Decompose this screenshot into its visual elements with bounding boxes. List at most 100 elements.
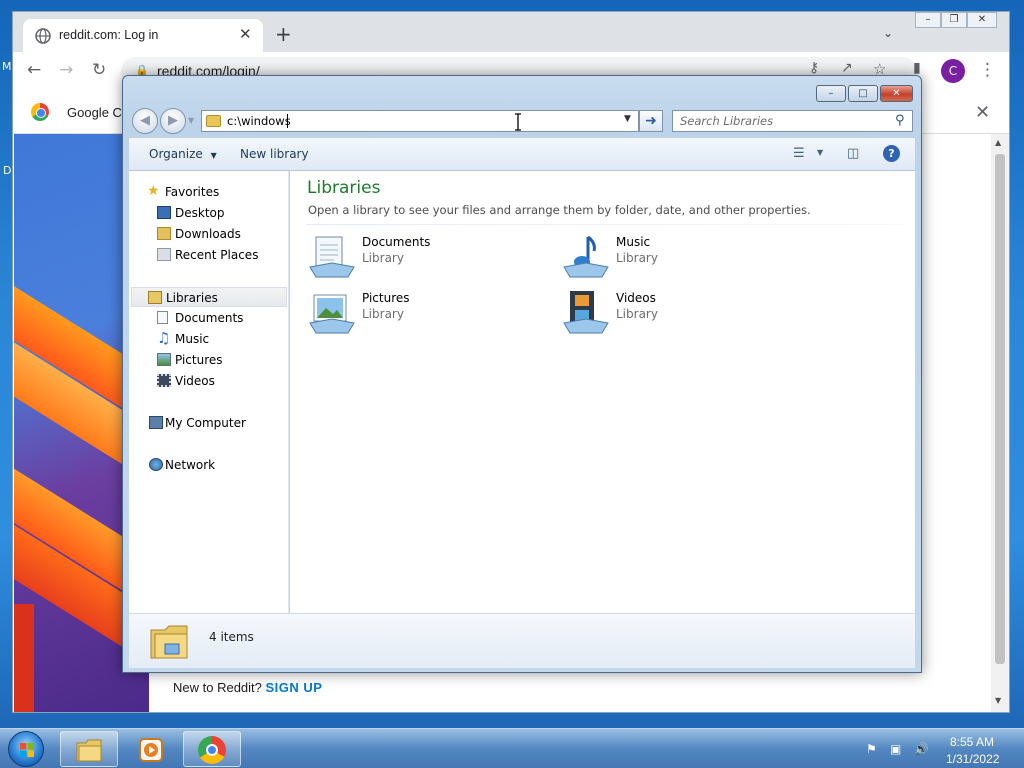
downloads-folder-icon <box>157 227 171 240</box>
new-library-button[interactable]: New library <box>240 147 309 161</box>
start-button[interactable] <box>8 731 44 767</box>
nav-documents[interactable]: Documents <box>129 308 287 328</box>
explorer-minimize-button[interactable]: – <box>816 85 846 102</box>
library-type: Library <box>362 307 404 321</box>
scroll-down-arrow-icon[interactable]: ▼ <box>995 696 1001 705</box>
nav-libraries[interactable]: Libraries <box>131 287 287 307</box>
address-dropdown-icon[interactable]: ▼ <box>624 114 631 124</box>
forward-arrow-icon[interactable]: → <box>59 60 73 80</box>
explorer-maximize-button[interactable]: □ <box>848 85 878 102</box>
taskbar-media-player-button[interactable] <box>121 731 179 767</box>
infobar-close-icon[interactable]: ✕ <box>975 102 990 123</box>
library-item-videos[interactable]: Videos Library <box>562 289 782 339</box>
chrome-logo-icon <box>31 103 49 121</box>
nav-my-computer[interactable]: My Computer <box>129 413 287 433</box>
back-button[interactable]: ◀ <box>132 108 158 134</box>
address-input[interactable]: c:\windows <box>227 114 291 128</box>
chrome-close-button[interactable]: ✕ <box>967 12 997 28</box>
clock-time[interactable]: 8:55 AM <box>950 735 994 749</box>
nav-network[interactable]: Network <box>129 455 287 475</box>
tab-search-chevron-icon[interactable]: ⌄ <box>883 26 893 40</box>
recent-pages-chevron-icon[interactable]: ▼ <box>188 116 194 125</box>
library-name: Videos <box>616 291 656 305</box>
menu-dots-icon[interactable]: ⋮ <box>979 60 996 80</box>
signup-prompt: New to Reddit? SIGN UP <box>173 680 322 695</box>
nav-libraries-label: Libraries <box>166 291 218 305</box>
libraries-folder-icon <box>150 625 188 659</box>
library-name: Documents <box>362 235 431 249</box>
page-title: Libraries <box>307 178 381 198</box>
taskbar-chrome-button[interactable] <box>183 731 241 767</box>
library-name: Pictures <box>362 291 410 305</box>
text-caret <box>287 114 288 128</box>
help-icon[interactable]: ? <box>883 145 900 162</box>
nav-downloads[interactable]: Downloads <box>129 224 287 244</box>
profile-avatar[interactable]: C <box>941 59 965 83</box>
desktop-edge-text-1: M <box>2 60 12 73</box>
taskbar-explorer-button[interactable] <box>60 731 118 767</box>
network-tray-icon[interactable]: ▣ <box>890 742 901 756</box>
organize-button[interactable]: Organize ▼ <box>149 147 217 161</box>
nav-recent-places[interactable]: Recent Places <box>129 245 287 265</box>
music-library-icon <box>563 235 609 278</box>
forward-button[interactable]: ▶ <box>160 108 186 134</box>
library-item-documents[interactable]: Documents Library <box>308 233 528 283</box>
music-note-icon: ♫ <box>157 329 171 347</box>
library-item-pictures[interactable]: Pictures Library <box>308 289 528 339</box>
preview-pane-icon[interactable]: ◫ <box>847 146 859 161</box>
folder-icon <box>206 115 221 127</box>
chrome-restore-button[interactable]: ❐ <box>941 12 967 28</box>
divider <box>306 224 904 225</box>
back-arrow-icon[interactable]: ← <box>27 60 41 80</box>
nav-pictures[interactable]: Pictures <box>129 350 287 370</box>
browser-tab[interactable]: reddit.com: Log in ✕ <box>23 19 263 52</box>
chrome-icon <box>198 736 226 764</box>
details-pane: 4 items <box>129 613 915 668</box>
volume-icon[interactable]: 🔊 <box>914 742 929 756</box>
network-icon <box>149 458 163 471</box>
action-center-flag-icon[interactable]: ⚑ <box>866 742 877 756</box>
desktop-icon <box>157 206 171 219</box>
chrome-minimize-button[interactable]: – <box>915 12 941 28</box>
page-scrollbar[interactable]: ▲ ▼ <box>991 134 1009 712</box>
tab-close-icon[interactable]: ✕ <box>239 25 252 43</box>
nav-downloads-label: Downloads <box>175 227 241 241</box>
address-bar[interactable]: c:\windows ▼ <box>201 110 639 132</box>
clock-date[interactable]: 1/31/2022 <box>946 752 999 766</box>
tab-title: reddit.com: Log in <box>59 28 159 42</box>
page-subtitle: Open a library to see your files and arr… <box>308 203 811 217</box>
sidepanel-icon[interactable]: ▮ <box>913 60 921 76</box>
search-icon[interactable]: ⚲ <box>895 113 905 128</box>
nav-favorites-label: Favorites <box>165 185 220 199</box>
key-icon[interactable]: ⚷ <box>809 60 819 76</box>
nav-music[interactable]: ♫ Music <box>129 329 287 349</box>
library-type: Library <box>616 251 658 265</box>
ibeam-cursor-icon <box>515 113 521 131</box>
nav-my-computer-label: My Computer <box>165 416 246 430</box>
scrollbar-thumb[interactable] <box>995 154 1005 664</box>
nav-videos[interactable]: Videos <box>129 371 287 391</box>
signup-link[interactable]: SIGN UP <box>266 680 323 695</box>
view-options-chevron-icon[interactable]: ▼ <box>817 148 823 157</box>
infobar-text: Google Cl <box>67 105 125 120</box>
libraries-icon <box>148 291 162 304</box>
share-icon[interactable]: ↗ <box>841 60 853 76</box>
search-input[interactable]: Search Libraries ⚲ <box>672 110 913 132</box>
pictures-library-icon <box>309 294 355 334</box>
reload-icon[interactable]: ↻ <box>92 60 106 80</box>
navigation-pane: ★ Favorites Desktop Downloads Recent Pla… <box>129 171 289 613</box>
scroll-up-arrow-icon[interactable]: ▲ <box>995 138 1001 147</box>
nav-music-label: Music <box>175 332 210 346</box>
library-item-music[interactable]: Music Library <box>562 233 782 283</box>
desktop-edge-text-2: D <box>3 164 12 177</box>
new-tab-button[interactable]: + <box>275 24 292 44</box>
go-arrow-button[interactable]: ➜ <box>639 110 663 132</box>
change-view-icon[interactable]: ☰ <box>793 146 805 161</box>
nav-recent-places-label: Recent Places <box>175 248 259 262</box>
explorer-close-button[interactable]: ✕ <box>880 85 913 102</box>
nav-favorites[interactable]: ★ Favorites <box>129 182 287 202</box>
nav-desktop[interactable]: Desktop <box>129 203 287 223</box>
taskbar: ⚑ ▣ 🔊 8:55 AM 1/31/2022 <box>0 728 1024 768</box>
library-name: Music <box>616 235 651 249</box>
tab-strip: reddit.com: Log in ✕ + ⌄ – ❐ ✕ <box>13 12 1009 52</box>
